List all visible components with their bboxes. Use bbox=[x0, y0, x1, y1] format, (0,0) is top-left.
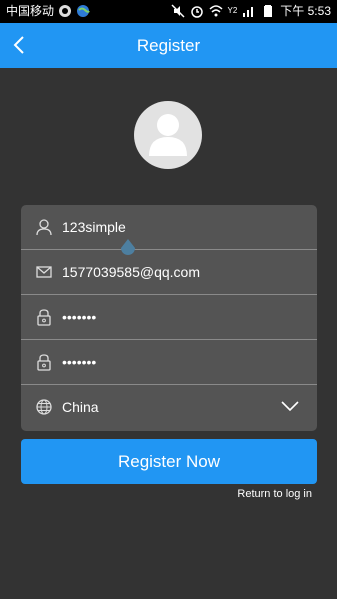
username-row[interactable]: 123simple bbox=[21, 205, 317, 250]
user-icon bbox=[36, 219, 52, 236]
username-field[interactable]: 123simple bbox=[62, 218, 126, 236]
avatar[interactable] bbox=[134, 101, 202, 169]
clock-label: 下午 5:53 bbox=[280, 4, 331, 18]
email-row[interactable]: 1577039585@qq.com bbox=[21, 250, 317, 295]
email-field[interactable]: 1577039585@qq.com bbox=[62, 263, 200, 281]
confirm-password-field[interactable]: ••••••• bbox=[62, 353, 96, 371]
password-row[interactable]: ••••••• bbox=[21, 295, 317, 340]
status-bar-left: 中国移动 bbox=[6, 4, 90, 18]
return-to-login-link[interactable]: Return to log in bbox=[237, 488, 312, 500]
notification-icon bbox=[59, 5, 72, 17]
person-silhouette-icon bbox=[149, 114, 187, 156]
confirm-password-row[interactable]: ••••••• bbox=[21, 340, 317, 385]
network-type-label: Y2 bbox=[227, 6, 238, 15]
lock-icon bbox=[37, 354, 51, 371]
wifi-icon bbox=[208, 5, 223, 17]
carrier-label: 中国移动 bbox=[6, 4, 55, 18]
country-select[interactable]: China bbox=[62, 398, 99, 416]
status-bar-right: Y2 下午 5:53 bbox=[170, 4, 331, 18]
status-bar: 中国移动 Y2 下午 5:53 bbox=[0, 0, 337, 23]
country-row[interactable]: China bbox=[21, 385, 317, 430]
alarm-icon bbox=[190, 6, 203, 18]
lock-icon bbox=[37, 309, 51, 326]
globe-app-icon bbox=[77, 5, 90, 17]
text-cursor-handle[interactable] bbox=[119, 238, 137, 260]
signal-icon bbox=[243, 7, 254, 17]
register-now-button[interactable]: Register Now bbox=[21, 439, 317, 484]
envelope-icon bbox=[36, 266, 52, 278]
app-bar: Register bbox=[0, 23, 337, 68]
mute-icon bbox=[170, 4, 185, 18]
battery-icon bbox=[264, 5, 273, 17]
globe-icon bbox=[36, 399, 52, 415]
password-field[interactable]: ••••••• bbox=[62, 308, 96, 326]
chevron-down-icon[interactable] bbox=[281, 399, 299, 413]
register-form: 123simple 1577039585@qq.com ••••••• ••••… bbox=[21, 205, 317, 431]
page-title: Register bbox=[136, 36, 201, 55]
